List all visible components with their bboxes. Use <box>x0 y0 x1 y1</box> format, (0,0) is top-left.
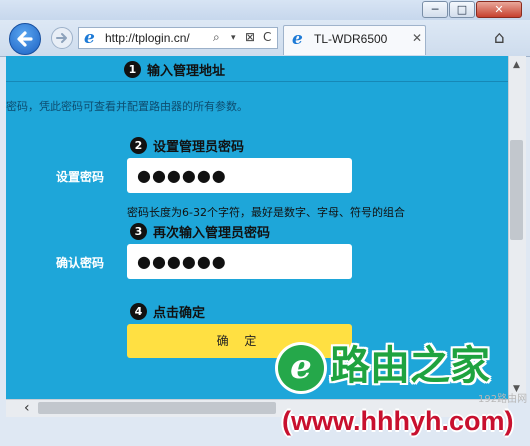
scroll-up-icon[interactable]: ▲ <box>509 60 524 70</box>
step-1: 1 输入管理地址 <box>124 60 225 79</box>
ie-logo-icon: e <box>84 28 95 48</box>
watermark-title: 路由之家 <box>330 343 490 389</box>
back-button[interactable] <box>9 23 41 55</box>
watermark-e-icon: e <box>290 347 312 387</box>
close-window-button[interactable]: ✕ <box>476 1 522 18</box>
forward-button[interactable] <box>51 27 73 49</box>
watermark-logo: e <box>278 345 324 391</box>
step-2: 2 设置管理员密码 <box>130 136 244 155</box>
search-icon[interactable]: ⌕ <box>213 30 220 45</box>
maximize-icon: □ <box>456 3 468 16</box>
forward-arrow-icon <box>56 33 67 43</box>
step-label: 输入管理地址 <box>147 64 226 79</box>
minimize-icon: ─ <box>431 3 439 16</box>
back-arrow-icon <box>17 31 33 47</box>
refresh-icon[interactable]: C <box>263 30 271 44</box>
ie-logo-icon: e <box>292 29 303 49</box>
address-bar[interactable]: e http://tplogin.cn/ ⌕ ▾ ⊠ C <box>78 27 278 49</box>
confirm-password-input[interactable]: ●●●●●● <box>127 244 352 279</box>
home-icon[interactable]: ⌂ <box>494 28 505 48</box>
password-hint: 密码长度为6-32个字符，最好是数字、字母、符号的组合 <box>127 206 405 219</box>
tab-tl-wdr6500[interactable]: e TL-WDR6500 ✕ <box>283 25 426 55</box>
step-3: 3 再次输入管理员密码 <box>130 222 270 241</box>
step-4: 4 点击确定 <box>130 302 205 321</box>
step-label: 再次输入管理员密码 <box>153 226 271 241</box>
divider <box>6 81 508 82</box>
step-number: 1 <box>124 61 141 78</box>
step-number: 4 <box>130 303 147 320</box>
compat-view-icon[interactable]: ⊠ <box>245 30 255 44</box>
watermark-small-text: 192路由网 <box>478 394 528 405</box>
watermark-url: (www.hhhyh.com) <box>282 406 514 436</box>
scroll-left-icon[interactable]: ‹ <box>24 400 30 416</box>
address-text: http://tplogin.cn/ <box>105 31 190 45</box>
step-label: 点击确定 <box>153 306 206 321</box>
password-input[interactable]: ●●●●●● <box>127 158 352 193</box>
tab-title: TL-WDR6500 <box>314 32 388 46</box>
intro-text: 密码，凭此密码可查看并配置路由器的所有参数。 <box>6 100 248 113</box>
step-number: 2 <box>130 137 147 154</box>
close-tab-icon[interactable]: ✕ <box>412 31 422 45</box>
minimize-button[interactable]: ─ <box>422 1 448 18</box>
confirm-password-label: 确认密码 <box>56 256 105 270</box>
password-label: 设置密码 <box>56 170 105 184</box>
maximize-button[interactable]: □ <box>449 1 475 18</box>
close-icon: ✕ <box>494 3 504 16</box>
step-label: 设置管理员密码 <box>153 140 245 155</box>
vertical-scroll-thumb[interactable] <box>510 140 523 240</box>
step-number: 3 <box>130 223 147 240</box>
horizontal-scroll-thumb[interactable] <box>38 402 276 414</box>
dropdown-chevron-icon[interactable]: ▾ <box>231 33 236 43</box>
